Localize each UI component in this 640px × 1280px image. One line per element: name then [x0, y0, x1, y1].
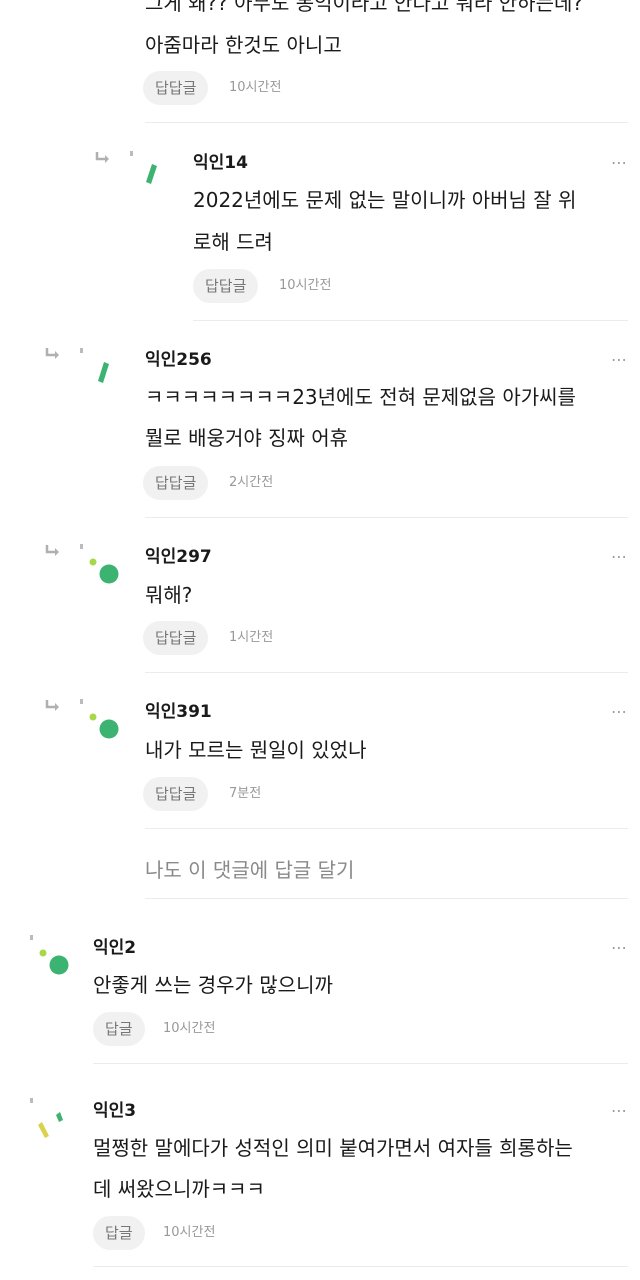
comment-text-line1: 멀쩡한 말에다가 성적인 의미 붙여가면서 여자들 희롱하는	[93, 1136, 573, 1160]
divider	[145, 517, 628, 518]
yellow-leaf-icon	[30, 1098, 70, 1138]
divider	[145, 898, 628, 899]
author-name[interactable]: 익인2	[93, 933, 136, 958]
comment-time: 10시간전	[163, 1021, 216, 1036]
divider	[145, 672, 628, 673]
divider	[93, 1063, 628, 1064]
divider	[145, 122, 628, 123]
author-name[interactable]: 익인14	[193, 148, 248, 173]
more-options-icon[interactable]: ⋯	[611, 704, 628, 720]
more-options-icon[interactable]: ⋯	[611, 352, 628, 368]
reply-arrow-icon	[44, 699, 62, 713]
author-name[interactable]: 익인3	[93, 1096, 136, 1121]
reply-button[interactable]: 답답글	[143, 466, 209, 500]
green-leaf-icon	[80, 347, 120, 387]
divider	[93, 1266, 628, 1267]
reply-button[interactable]: 답글	[93, 1216, 145, 1250]
comment-text-line2: 로해 드려	[193, 230, 273, 254]
comment-time: 2시간전	[229, 475, 274, 490]
reply-to-comment-link[interactable]: 나도 이 댓글에 답글 달기	[145, 854, 354, 883]
green-leaf-icon	[130, 150, 170, 190]
author-name[interactable]: 익인391	[145, 697, 212, 722]
reply-button[interactable]: 답답글	[143, 71, 209, 105]
comment-time: 10시간전	[229, 80, 282, 95]
reply-button[interactable]: 답답글	[143, 621, 209, 655]
reply-arrow-icon	[44, 544, 62, 558]
comment-text-line1: ㅋㅋㅋㅋㅋㅋㅋㅋ23년에도 전혀 문제없음 아가씨를	[145, 385, 576, 409]
divider	[145, 828, 628, 829]
more-options-icon[interactable]: ⋯	[611, 1103, 628, 1119]
author-name[interactable]: 익인297	[145, 542, 212, 567]
comment-text-line1: 내가 모르는 뭔일이 있었나	[145, 738, 367, 762]
reply-button[interactable]: 답답글	[193, 269, 259, 303]
comment-text-line1: 뭐해?	[145, 583, 193, 607]
green-dots-icon	[80, 544, 120, 584]
more-options-icon[interactable]: ⋯	[611, 940, 628, 956]
comment-text-line2: 아줌마라 한것도 아니고	[145, 33, 342, 57]
comment-text-line2: 뭘로 배웅거야 징짜 어휴	[145, 426, 349, 450]
comment-time: 10시간전	[279, 278, 332, 293]
reply-button[interactable]: 답글	[93, 1012, 145, 1046]
more-options-icon[interactable]: ⋯	[611, 155, 628, 171]
reply-button[interactable]: 답답글	[143, 777, 209, 811]
comment-text-line1: 그게 왜?? 아무도 봉익이라고 안다고 뭐라 안하는데?	[145, 0, 583, 15]
reply-arrow-icon	[44, 347, 62, 361]
comment-time: 1시간전	[229, 630, 274, 645]
reply-arrow-icon	[94, 151, 112, 165]
green-dots-icon	[80, 699, 120, 739]
comment-text-line2: 데 써왔으니까ㅋㅋㅋ	[93, 1177, 265, 1201]
comment-time: 10시간전	[163, 1225, 216, 1240]
comment-time: 7분전	[229, 786, 262, 801]
comment-text-line1: 안좋게 쓰는 경우가 많으니까	[93, 973, 333, 997]
green-dots-icon	[30, 935, 70, 975]
author-name[interactable]: 익인256	[145, 345, 212, 370]
comment-text-line1: 2022년에도 문제 없는 말이니까 아버님 잘 위	[193, 188, 577, 212]
more-options-icon[interactable]: ⋯	[611, 549, 628, 565]
divider	[193, 320, 628, 321]
